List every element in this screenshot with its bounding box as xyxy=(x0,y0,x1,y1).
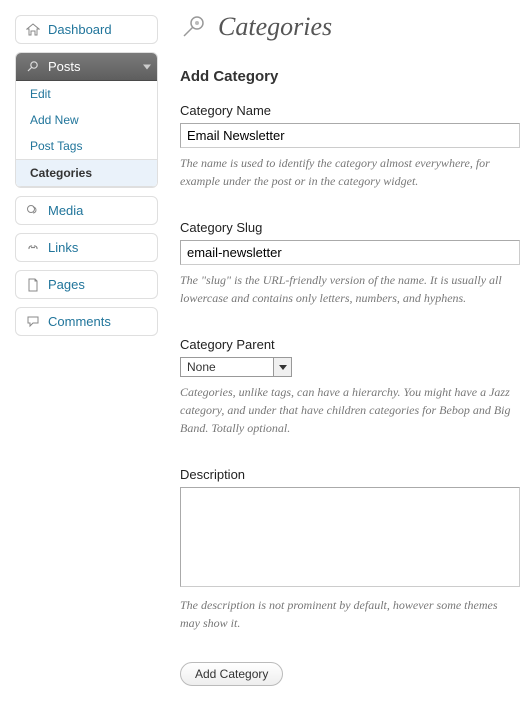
label-category-slug: Category Slug xyxy=(180,220,520,235)
input-category-slug[interactable] xyxy=(180,240,520,265)
select-value: None xyxy=(181,358,273,376)
help-category-name: The name is used to identify the categor… xyxy=(180,154,520,190)
pin-icon xyxy=(180,13,208,41)
add-category-button[interactable]: Add Category xyxy=(180,662,283,686)
field-category-slug: Category Slug The "slug" is the URL-frie… xyxy=(180,220,520,307)
menu-comments[interactable]: Comments xyxy=(15,307,158,336)
page-title: Categories xyxy=(180,12,520,42)
page-title-text: Categories xyxy=(218,12,332,42)
home-icon xyxy=(24,23,42,36)
help-description: The description is not prominent by defa… xyxy=(180,596,520,632)
label-description: Description xyxy=(180,467,520,482)
menu-label: Posts xyxy=(48,59,81,74)
menu-label: Dashboard xyxy=(48,22,112,37)
menu-label: Comments xyxy=(48,314,111,329)
link-icon xyxy=(24,241,42,254)
pin-icon xyxy=(24,60,42,74)
menu-media[interactable]: Media xyxy=(15,196,158,225)
label-category-name: Category Name xyxy=(180,103,520,118)
menu-dashboard[interactable]: Dashboard xyxy=(15,15,158,44)
chevron-down-icon xyxy=(273,358,291,376)
menu-label: Pages xyxy=(48,277,85,292)
submenu-edit[interactable]: Edit xyxy=(16,81,157,107)
menu-pages[interactable]: Pages xyxy=(15,270,158,299)
menu-label: Links xyxy=(48,240,78,255)
chevron-down-icon xyxy=(143,64,151,69)
submenu-add-new[interactable]: Add New xyxy=(16,107,157,133)
help-category-slug: The "slug" is the URL-friendly version o… xyxy=(180,271,520,307)
admin-sidebar: Dashboard Posts Edit Add New Post Tags C… xyxy=(0,0,158,686)
menu-label: Media xyxy=(48,203,83,218)
menu-posts-header[interactable]: Posts xyxy=(16,53,157,81)
main-content: Categories Add Category Category Name Th… xyxy=(158,0,520,686)
textarea-description[interactable] xyxy=(180,487,520,587)
field-description: Description The description is not promi… xyxy=(180,467,520,632)
section-title: Add Category xyxy=(180,68,520,85)
menu-posts: Posts Edit Add New Post Tags Categories xyxy=(15,52,158,188)
comment-icon xyxy=(24,315,42,328)
select-category-parent[interactable]: None xyxy=(180,357,292,377)
page-icon xyxy=(24,278,42,292)
submenu-categories[interactable]: Categories xyxy=(16,159,157,187)
input-category-name[interactable] xyxy=(180,123,520,148)
label-category-parent: Category Parent xyxy=(180,337,520,352)
media-icon xyxy=(24,204,42,217)
field-category-parent: Category Parent None Categories, unlike … xyxy=(180,337,520,437)
posts-submenu: Edit Add New Post Tags Categories xyxy=(16,81,157,187)
menu-links[interactable]: Links xyxy=(15,233,158,262)
help-category-parent: Categories, unlike tags, can have a hier… xyxy=(180,383,520,437)
submenu-post-tags[interactable]: Post Tags xyxy=(16,133,157,159)
field-category-name: Category Name The name is used to identi… xyxy=(180,103,520,190)
